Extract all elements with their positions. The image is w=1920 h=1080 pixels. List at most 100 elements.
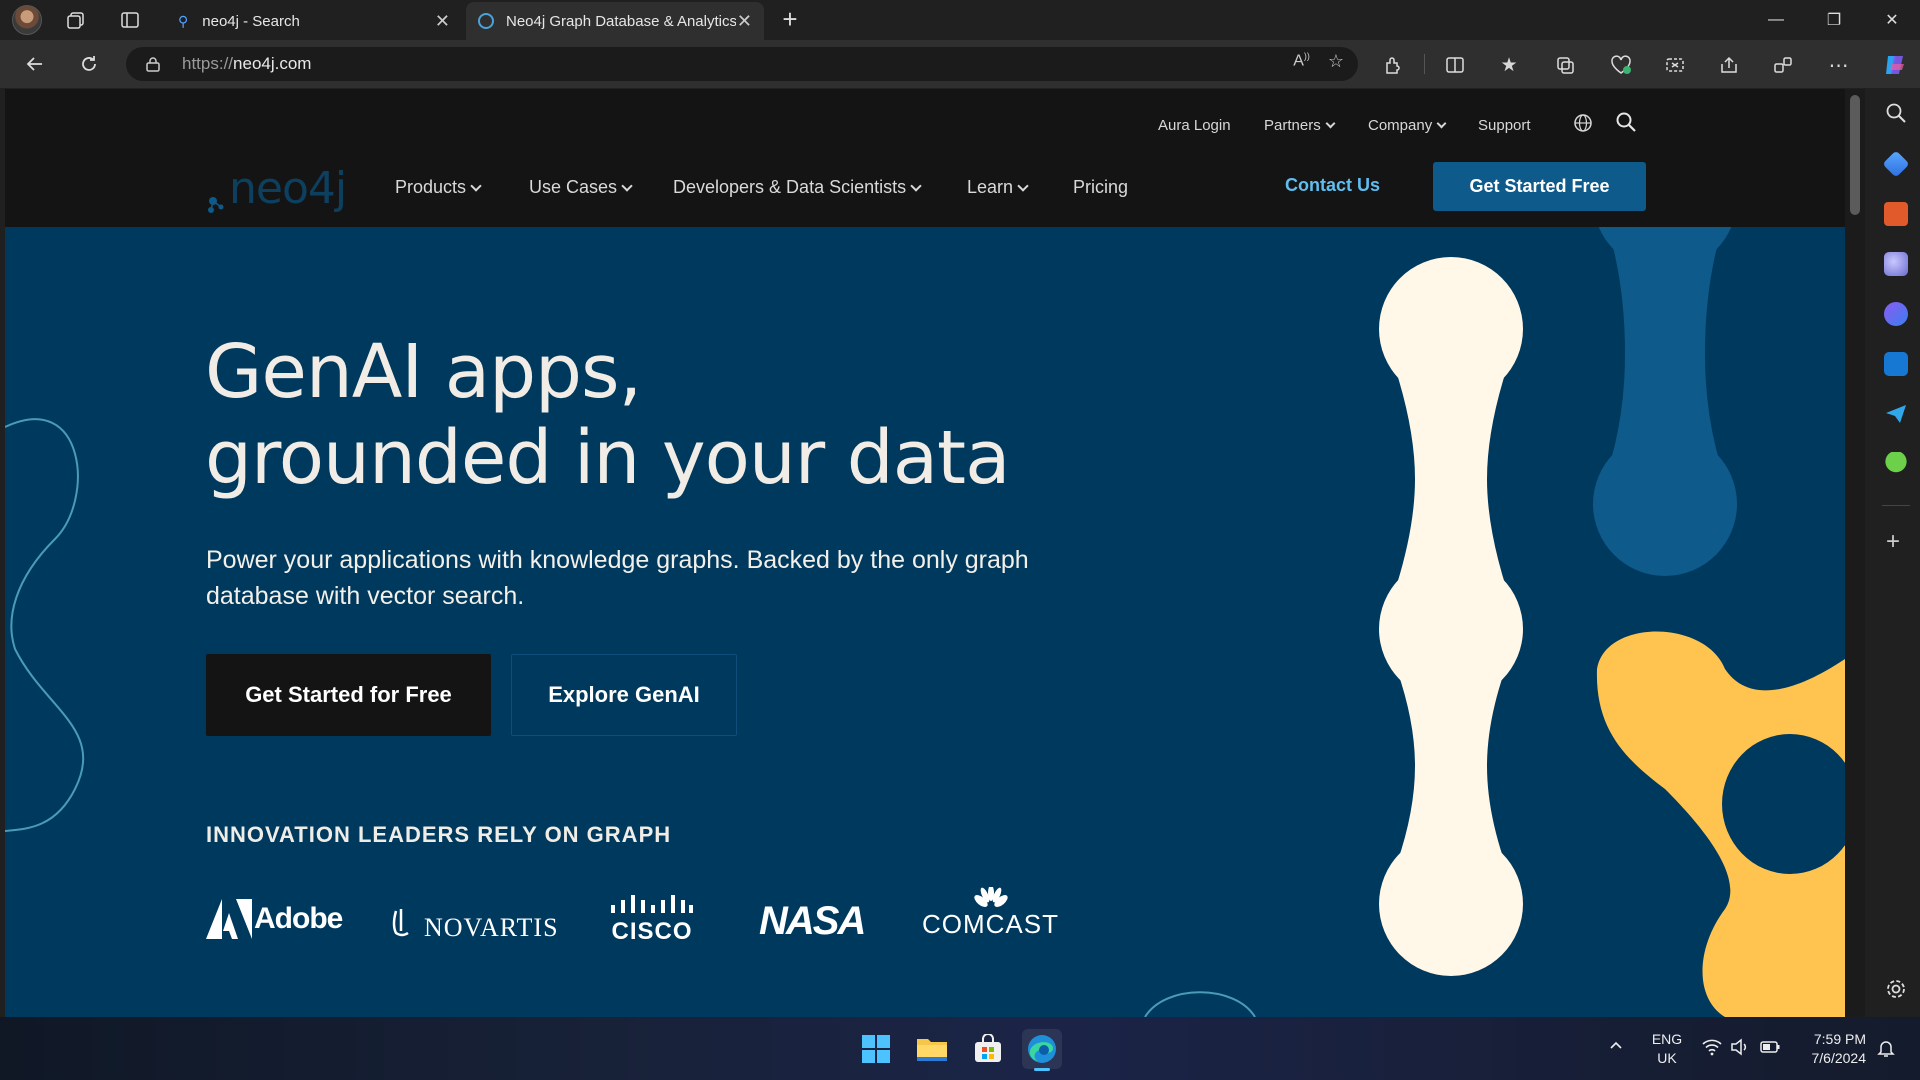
aura-login-link[interactable]: Aura Login (1158, 117, 1231, 134)
chevron-down-icon (1436, 118, 1447, 129)
share-icon[interactable] (1714, 50, 1744, 80)
comcast-logo: COMCAST (922, 887, 1059, 940)
add-sidebar-app-icon[interactable]: + (1886, 528, 1900, 556)
neo4j-logo[interactable]: neo4j (207, 163, 347, 214)
browser-titlebar: ⚲ neo4j - Search ✕ Neo4j Graph Database … (0, 0, 1920, 40)
cisco-logo: CISCO (610, 895, 694, 946)
chevron-down-icon (1325, 118, 1336, 129)
novartis-logo: NOVARTIS (388, 903, 559, 943)
page-scrollbar[interactable] (1845, 89, 1865, 1017)
back-button[interactable] (18, 48, 52, 80)
nav-products[interactable]: Products (395, 177, 482, 198)
close-window-button[interactable]: ✕ (1864, 0, 1920, 40)
tree-icon[interactable] (1884, 452, 1908, 476)
edge-browser-icon[interactable] (1022, 1029, 1062, 1071)
chevron-down-icon (910, 180, 922, 192)
favorites-icon[interactable]: ★ (1494, 50, 1524, 80)
close-tab-icon[interactable]: ✕ (435, 11, 450, 32)
get-started-free-button[interactable]: Get Started Free (1433, 162, 1646, 211)
language-indicator[interactable]: ENG UK (1650, 1017, 1684, 1080)
active-app-indicator (1034, 1068, 1050, 1071)
edge-sidebar: + (1872, 88, 1920, 1017)
close-tab-icon[interactable]: ✕ (737, 11, 752, 32)
lang-line1: ENG (1651, 1030, 1683, 1047)
clock[interactable]: 7:59 PM 7/6/2024 (1796, 1017, 1867, 1080)
hero-title-line1: GenAI apps, (205, 329, 642, 415)
partners-menu[interactable]: Partners (1264, 117, 1336, 134)
microsoft-store-icon[interactable] (968, 1029, 1008, 1069)
innovation-heading: INNOVATION LEADERS RELY ON GRAPH (206, 822, 672, 847)
nav-pricing[interactable]: Pricing (1073, 177, 1128, 198)
more-menu-icon[interactable]: ⋯ (1824, 50, 1854, 80)
refresh-button[interactable] (72, 48, 106, 80)
tab-title: neo4j - Search (202, 12, 300, 30)
url-protocol: https:// (182, 54, 234, 73)
neo4j-logo-mark (208, 197, 224, 213)
shopping-tag-icon[interactable] (1882, 150, 1910, 178)
battery-icon[interactable] (1760, 1040, 1780, 1059)
nav-use-cases[interactable]: Use Cases (529, 177, 633, 198)
tab-neo4j[interactable]: Neo4j Graph Database & Analytics ✕ (466, 2, 764, 40)
split-screen-icon[interactable] (1440, 50, 1470, 80)
browser-toolbar: https://neo4j.com A)) ☆ ★ ⋯ (0, 40, 1920, 88)
nav-label: Developers & Data Scientists (673, 177, 907, 197)
nav-learn[interactable]: Learn (967, 177, 1029, 198)
lock-icon[interactable] (146, 56, 160, 72)
copilot-icon[interactable] (1880, 50, 1910, 80)
profile-avatar[interactable] (12, 5, 42, 35)
copilot-sidebar-icon[interactable] (1884, 302, 1908, 326)
screenshot-icon[interactable] (1660, 50, 1690, 80)
send-telegram-icon[interactable] (1884, 402, 1908, 426)
address-bar[interactable]: https://neo4j.com A)) ☆ (126, 47, 1358, 81)
notifications-bell-icon[interactable] (1876, 1038, 1896, 1063)
show-hidden-icons-icon[interactable] (1608, 1037, 1624, 1053)
sidebar-search-icon[interactable] (1885, 102, 1907, 129)
get-started-for-free-button[interactable]: Get Started for Free (206, 654, 491, 736)
search-icon[interactable] (1615, 111, 1637, 138)
extensions-menu-icon[interactable] (1768, 50, 1798, 80)
clock-time: 7:59 PM (1813, 1030, 1866, 1047)
nasa-label: NASA (759, 899, 866, 943)
search-tab-icon: ⚲ (178, 12, 189, 29)
comcast-label: COMCAST (922, 909, 1059, 939)
adobe-logo: Adobe (206, 899, 343, 939)
wifi-icon[interactable] (1702, 1038, 1722, 1061)
clock-date: 7/6/2024 (1811, 1049, 1867, 1066)
volume-icon[interactable] (1730, 1038, 1750, 1061)
minimize-button[interactable]: — (1748, 0, 1804, 40)
contact-us-link[interactable]: Contact Us (1285, 175, 1380, 196)
chevron-down-icon (621, 180, 633, 192)
games-icon[interactable] (1884, 252, 1908, 276)
sidebar-settings-icon[interactable] (1885, 978, 1907, 1005)
tools-briefcase-icon[interactable] (1884, 202, 1908, 226)
browser-essentials-icon[interactable] (1606, 50, 1636, 80)
nav-label: Products (395, 177, 467, 197)
windows-start-icon[interactable] (856, 1029, 896, 1069)
new-tab-button[interactable]: + (776, 6, 804, 34)
collections-icon[interactable] (1550, 50, 1580, 80)
tab-actions-icon[interactable] (112, 2, 148, 38)
tab-search[interactable]: ⚲ neo4j - Search ✕ (166, 2, 462, 40)
globe-icon[interactable] (1573, 113, 1593, 138)
nav-developers[interactable]: Developers & Data Scientists (673, 177, 922, 198)
favorite-star-icon[interactable]: ☆ (1328, 51, 1344, 72)
explore-genai-button[interactable]: Explore GenAI (511, 654, 737, 736)
read-aloud-icon[interactable]: A)) (1293, 51, 1310, 72)
chevron-down-icon (1017, 180, 1029, 192)
company-menu[interactable]: Company (1368, 117, 1447, 134)
url-host: neo4j.com (233, 54, 312, 73)
extensions-icon[interactable] (1378, 50, 1408, 80)
nasa-logo: NASA (759, 899, 866, 944)
support-link[interactable]: Support (1478, 117, 1531, 134)
hero-subtitle: Power your applications with knowledge g… (206, 546, 1029, 610)
file-explorer-icon[interactable] (912, 1029, 952, 1069)
url-text[interactable]: https://neo4j.com (182, 54, 311, 74)
outlook-icon[interactable] (1884, 352, 1908, 376)
adobe-label: Adobe (254, 902, 343, 935)
partners-label: Partners (1264, 117, 1321, 134)
nav-label: Learn (967, 177, 1014, 197)
site-header: Aura Login Partners Company Support neo4… (5, 89, 1845, 227)
workspaces-icon[interactable] (58, 2, 94, 38)
restore-button[interactable]: ❐ (1806, 0, 1862, 40)
scrollbar-thumb[interactable] (1850, 95, 1860, 215)
